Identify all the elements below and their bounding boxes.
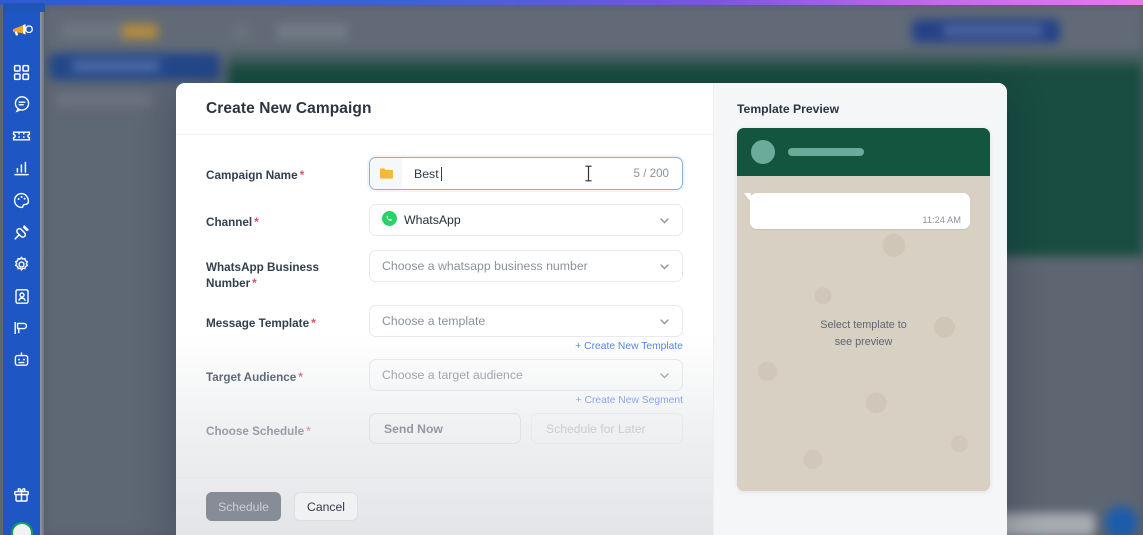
sidebar-item-dashboard[interactable] — [7, 58, 37, 86]
preview-empty-line-2: see preview — [834, 335, 893, 348]
palette-icon — [13, 192, 30, 209]
field-label-campaign-name: Campaign Name * — [206, 157, 369, 184]
field-label-choose-schedule: Choose Schedule * — [206, 413, 369, 440]
window-accent-bar — [0, 0, 1143, 5]
phone-message-bubble: 11:24 AM — [744, 193, 970, 229]
chevron-down-icon — [658, 369, 671, 382]
required-marker: * — [311, 316, 316, 331]
phone-contact-name-placeholder — [788, 148, 864, 156]
required-marker: * — [252, 275, 257, 290]
modal-title: Create New Campaign — [206, 99, 372, 117]
field-message-template: Message Template * Choose a template + Cr… — [206, 305, 683, 352]
window-tab-indicator — [3, 3, 45, 12]
required-marker: * — [306, 424, 311, 439]
megaphone-logo-icon — [11, 24, 33, 43]
schedule-button[interactable]: Schedule — [206, 492, 281, 521]
template-preview-panel: Template Preview 11:24 AM Select templat… — [713, 83, 1007, 535]
phone-chat-header — [737, 128, 990, 176]
modal-form-panel: Create New Campaign Campaign Name * Best… — [176, 83, 713, 535]
chevron-down-icon — [658, 214, 671, 227]
sidebar-item-conversations[interactable] — [7, 90, 37, 118]
ticket-icon — [12, 129, 31, 143]
target-audience-placeholder: Choose a target audience — [382, 368, 523, 383]
sidebar-item-integrations[interactable] — [7, 218, 37, 246]
sidebar-item-contacts[interactable] — [7, 282, 37, 310]
sidebar-item-tickets[interactable] — [7, 122, 37, 150]
label-text: WhatsApp Business Number — [206, 261, 319, 290]
bar-chart-icon — [13, 160, 30, 177]
cancel-button[interactable]: Cancel — [294, 492, 358, 521]
field-whatsapp-business-number: WhatsApp Business Number * Choose a whats… — [206, 250, 683, 291]
label-text: Message Template — [206, 317, 310, 331]
sidebar-item-bots[interactable] — [7, 346, 37, 374]
template-preview-title: Template Preview — [737, 102, 840, 116]
modal-header: Create New Campaign — [176, 83, 713, 135]
schedule-segmented-control: Send Now Schedule for Later — [369, 413, 683, 445]
phone-chat-body: 11:24 AM Select template to see preview — [737, 176, 990, 491]
whatsapp-business-number-select[interactable]: Choose a whatsapp business number — [369, 250, 683, 282]
sidebar-item-analytics[interactable] — [7, 154, 37, 182]
sidebar-user-avatar[interactable] — [10, 522, 33, 535]
campaign-name-counter: 5 / 200 — [633, 167, 669, 180]
plug-icon — [13, 224, 30, 241]
create-new-template-link[interactable]: + Create New Template — [369, 341, 683, 352]
gear-icon — [13, 255, 30, 273]
sidebar-item-appearance[interactable] — [7, 186, 37, 214]
label-text: Target Audience — [206, 371, 297, 385]
sidebar-item-campaigns[interactable] — [7, 314, 37, 342]
modal-body: Campaign Name * Best 5 / 200 Channel * W… — [176, 135, 713, 477]
message-template-placeholder: Choose a template — [382, 314, 486, 329]
create-new-segment-link[interactable]: + Create New Segment — [369, 395, 683, 406]
phone-message-timestamp: 11:24 AM — [922, 215, 961, 225]
gift-icon — [13, 486, 30, 503]
campaign-name-value-wrap: Best — [402, 166, 634, 181]
whatsapp-icon — [382, 211, 397, 229]
sidebar — [3, 5, 40, 535]
whatsapp-phone-mockup: 11:24 AM Select template to see preview — [737, 128, 990, 491]
field-label-target-audience: Target Audience * — [206, 359, 369, 386]
contact-card-icon — [14, 288, 30, 305]
sidebar-item-brand-logo[interactable] — [11, 22, 33, 44]
required-marker: * — [298, 370, 303, 385]
bot-icon — [13, 352, 30, 368]
chevron-down-icon — [658, 315, 671, 328]
field-label-channel: Channel * — [206, 204, 369, 231]
folder-icon — [370, 158, 402, 189]
sidebar-item-settings[interactable] — [7, 250, 37, 278]
target-audience-select[interactable]: Choose a target audience — [369, 359, 683, 392]
label-text: Channel — [206, 216, 253, 229]
sidebar-edge — [40, 5, 44, 535]
chat-bubble-icon — [13, 95, 31, 113]
channel-value: WhatsApp — [404, 213, 461, 227]
app-root: Create New Campaign Campaign Name * Best… — [0, 0, 1143, 535]
announcement-icon — [13, 320, 31, 336]
label-text: Choose Schedule — [206, 425, 305, 439]
create-campaign-modal: Create New Campaign Campaign Name * Best… — [176, 83, 1007, 535]
field-campaign-name: Campaign Name * Best 5 / 200 — [206, 157, 683, 190]
phone-contact-avatar — [751, 140, 775, 164]
preview-empty-line-1: Select template to — [820, 319, 907, 331]
whatsapp-business-number-placeholder: Choose a whatsapp business number — [382, 259, 588, 273]
field-channel: Channel * WhatsApp — [206, 204, 683, 236]
label-text: Campaign Name — [206, 169, 298, 182]
sidebar-item-rewards[interactable] — [7, 480, 37, 508]
chevron-down-icon — [658, 260, 671, 273]
field-choose-schedule: Choose Schedule * Send Now Schedule for L… — [206, 413, 683, 445]
campaign-name-value: Best — [414, 166, 439, 181]
modal-footer: Schedule Cancel — [176, 477, 713, 535]
required-marker: * — [254, 215, 259, 229]
schedule-option-send-now[interactable]: Send Now — [369, 413, 521, 445]
campaign-name-input[interactable]: Best 5 / 200 — [369, 157, 683, 190]
field-label-whatsapp-business-number: WhatsApp Business Number * — [206, 250, 369, 291]
message-template-select[interactable]: Choose a template — [369, 305, 683, 338]
text-cursor-caret — [440, 166, 442, 181]
field-target-audience: Target Audience * Choose a target audienc… — [206, 359, 683, 406]
required-marker: * — [299, 168, 305, 182]
channel-select[interactable]: WhatsApp — [369, 204, 683, 236]
dashboard-grid-icon — [13, 64, 30, 81]
preview-empty-state: Select template to see preview — [737, 317, 990, 350]
schedule-option-schedule-later[interactable]: Schedule for Later — [531, 413, 683, 445]
field-label-message-template: Message Template * — [206, 305, 369, 332]
